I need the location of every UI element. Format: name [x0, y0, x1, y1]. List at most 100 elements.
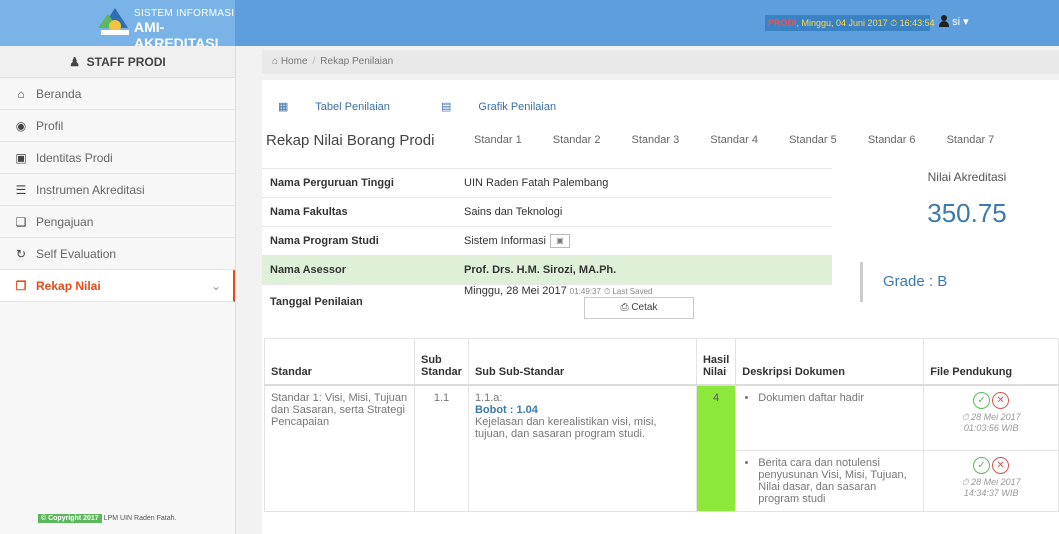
cell-deskripsi: Dokumen daftar hadir — [735, 384, 925, 451]
print-button[interactable]: ⎙ Cetak — [584, 297, 694, 319]
info-row-program-studi: Nama Program Studi Sistem Informasi ▣ — [262, 226, 832, 256]
print-icon: ⎙ — [620, 302, 629, 313]
sidebar-item-label: Beranda — [36, 87, 82, 101]
column-header: Standar — [264, 338, 415, 386]
score-value: 350.75 — [927, 198, 1007, 228]
assessment-table: Standar Sub Standar Sub Sub-Standar Hasi… — [264, 338, 1059, 512]
column-header: Sub Standar — [414, 338, 469, 386]
tab-standar-7[interactable]: Standar 7 — [947, 134, 995, 146]
approve-icon[interactable]: ✓ — [973, 391, 991, 409]
sidebar-item-label: Identitas Prodi — [36, 151, 113, 165]
sidebar: ♟ STAFF PRODI ⌂ Beranda ◉ Profil ▣ Identita… — [0, 46, 236, 534]
grade-label: Grade : B — [860, 262, 947, 302]
sidebar-item-self-evaluation[interactable]: ↻ Self Evaluation — [0, 238, 235, 270]
tab-label: Tabel Penilaian — [315, 101, 390, 113]
breadcrumb: ⌂ Home / Rekap Penilaian — [262, 50, 1059, 74]
sidebar-item-identitas[interactable]: ▣ Identitas Prodi — [0, 142, 235, 174]
brand[interactable]: SISTEM INFORMASI AMI-AKREDITASI — [0, 0, 235, 51]
sidebar-item-label: Profil — [36, 119, 64, 133]
approve-icon[interactable]: ✓ — [973, 457, 991, 474]
sidebar-item-label: Instrumen Akreditasi — [36, 183, 145, 197]
info-row-tanggal: Tanggal Penilaian Minggu, 28 Mei 2017 01:… — [262, 284, 832, 319]
cell-sub-standar: 1.1 — [414, 384, 469, 512]
info-row-fakultas: Nama Fakultas Sains dan Teknologi — [262, 197, 832, 227]
column-header: Sub Sub-Standar — [467, 338, 697, 386]
clone-icon: ❐ — [15, 279, 27, 293]
table-row: Standar 1: Visi, Misi, Tujuan dan Sasara… — [264, 384, 1059, 512]
document-item: Berita cara dan notulensi penyusunan Vis… — [758, 457, 917, 505]
view-tabs: ▦ Tabel Penilaian ▤ Grafik Penilaian — [278, 100, 604, 113]
user-menu[interactable]: si ▾ — [939, 15, 969, 28]
copyright-badge: © Copyright 2017 — [38, 514, 102, 523]
tab-label: Grafik Penilaian — [478, 101, 557, 113]
info-row-perguruan-tinggi: Nama Perguruan Tinggi UIN Raden Fatah Pal… — [262, 168, 832, 198]
info-value: Sains dan Teknologi — [456, 197, 832, 227]
refresh-icon: ↻ — [15, 247, 27, 261]
info-label: Tanggal Penilaian — [262, 284, 456, 319]
user-name: si — [952, 16, 961, 28]
sub-sub-description: Kejelasan dan kerealistikan visi, misi, … — [474, 415, 657, 440]
info-row-asessor: Nama Asessor Prof. Drs. H.M. Sirozi, MA.P… — [262, 255, 832, 285]
logo-icon — [98, 8, 129, 35]
copyright-text: LPM UIN Raden Fatah. — [103, 515, 177, 522]
list-icon: ☰ — [15, 183, 27, 197]
sidebar-item-label: Pengajuan — [36, 215, 94, 229]
reject-icon[interactable]: ✕ — [992, 457, 1010, 474]
info-value: Sistem Informasi — [464, 234, 546, 247]
column-header: Hasil Nilai — [695, 338, 737, 386]
sidebar-item-rekap-nilai[interactable]: ❐ Rekap Nilai ⌄ — [0, 270, 235, 302]
tab-standar-5[interactable]: Standar 5 — [789, 134, 837, 146]
breadcrumb-current: Rekap Penilaian — [320, 56, 394, 67]
home-icon: ⌂ — [272, 56, 279, 67]
file-time-value: 14:34:37 WIB — [963, 488, 1019, 498]
sidebar-item-profil[interactable]: ◉ Profil — [0, 110, 235, 142]
table-header-row: Standar Sub Standar Sub Sub-Standar Hasi… — [264, 338, 1059, 386]
breadcrumb-separator: / — [312, 56, 316, 67]
id-card-icon[interactable]: ▣ — [549, 234, 570, 248]
info-label: Nama Perguruan Tinggi — [262, 168, 456, 198]
page-title: Rekap Nilai Borang Prodi — [266, 132, 435, 149]
sidebar-item-label: Rekap Nilai — [36, 279, 101, 293]
file-date: ⏱ 28 Mei 2017 01:03:56 WIB — [930, 412, 1052, 434]
info-value-cell: Minggu, 28 Mei 2017 01:49:37 ⏱ Last Save… — [456, 284, 832, 319]
info-label: Nama Asessor — [262, 255, 456, 285]
home-icon: ⌂ — [17, 87, 25, 101]
info-label: Nama Program Studi — [262, 226, 456, 256]
tab-grafik-penilaian[interactable]: ▤ Grafik Penilaian — [441, 101, 580, 113]
user-icon — [939, 15, 949, 27]
cell-deskripsi: Berita cara dan notulensi penyusunan Vis… — [735, 450, 925, 512]
reject-icon[interactable]: ✕ — [992, 391, 1010, 409]
tab-standar-3[interactable]: Standar 3 — [632, 134, 680, 146]
chevron-down-icon: ⌄ — [210, 279, 221, 293]
file-time-value: 01:03:56 WIB — [963, 422, 1019, 433]
chevron-down-icon: ▾ — [963, 16, 969, 28]
info-value: Minggu, 28 Mei 2017 — [464, 285, 567, 297]
top-navbar: SISTEM INFORMASI AMI-AKREDITASI PRODI, M… — [0, 0, 1059, 51]
status-datetime: , Minggu, 04 Juni 2017 ⏱ 16:43:54 — [796, 18, 935, 28]
info-label: Nama Fakultas — [262, 197, 456, 227]
standard-tabs: Standar 1 Standar 2 Standar 3 Standar 4 … — [474, 134, 1022, 146]
tab-standar-4[interactable]: Standar 4 — [710, 134, 758, 146]
info-table: Nama Perguruan Tinggi UIN Raden Fatah Pal… — [262, 168, 832, 319]
sidebar-item-label: Self Evaluation — [36, 247, 117, 261]
cell-sub-sub-standar: 1.1.a: Bobot : 1.04 Kejelasan dan kereal… — [467, 384, 697, 512]
cell-standar: Standar 1: Visi, Misi, Tujuan dan Sasara… — [264, 384, 415, 512]
bar-chart-icon: ▤ — [440, 101, 452, 113]
sidebar-item-pengajuan[interactable]: ❏ Pengajuan — [0, 206, 235, 238]
sidebar-item-instrumen[interactable]: ☰ Instrumen Akreditasi — [0, 174, 235, 206]
breadcrumb-home[interactable]: Home — [281, 56, 308, 67]
tab-standar-6[interactable]: Standar 6 — [868, 134, 916, 146]
tab-tabel-penilaian[interactable]: ▦ Tabel Penilaian — [278, 101, 414, 113]
copyright: © Copyright 2017 LPM UIN Raden Fatah. — [38, 514, 177, 523]
info-value: Prof. Drs. H.M. Sirozi, MA.Ph. — [456, 255, 832, 285]
column-header: File Pendukung — [923, 338, 1059, 386]
tab-standar-2[interactable]: Standar 2 — [553, 134, 601, 146]
sidebar-title: STAFF PRODI — [86, 55, 166, 69]
sidebar-item-beranda[interactable]: ⌂ Beranda — [0, 78, 235, 110]
info-value: UIN Raden Fatah Palembang — [456, 168, 832, 198]
cell-file: ✓ ✕ ⏱ 28 Mei 2017 14:34:37 WIB — [923, 450, 1059, 512]
cell-hasil-nilai: 4 — [695, 384, 737, 512]
file-date: ⏱ 28 Mei 2017 14:34:37 WIB — [930, 477, 1052, 499]
tab-standar-1[interactable]: Standar 1 — [474, 134, 522, 146]
last-saved-label: ⏱ Last Saved — [604, 287, 653, 296]
